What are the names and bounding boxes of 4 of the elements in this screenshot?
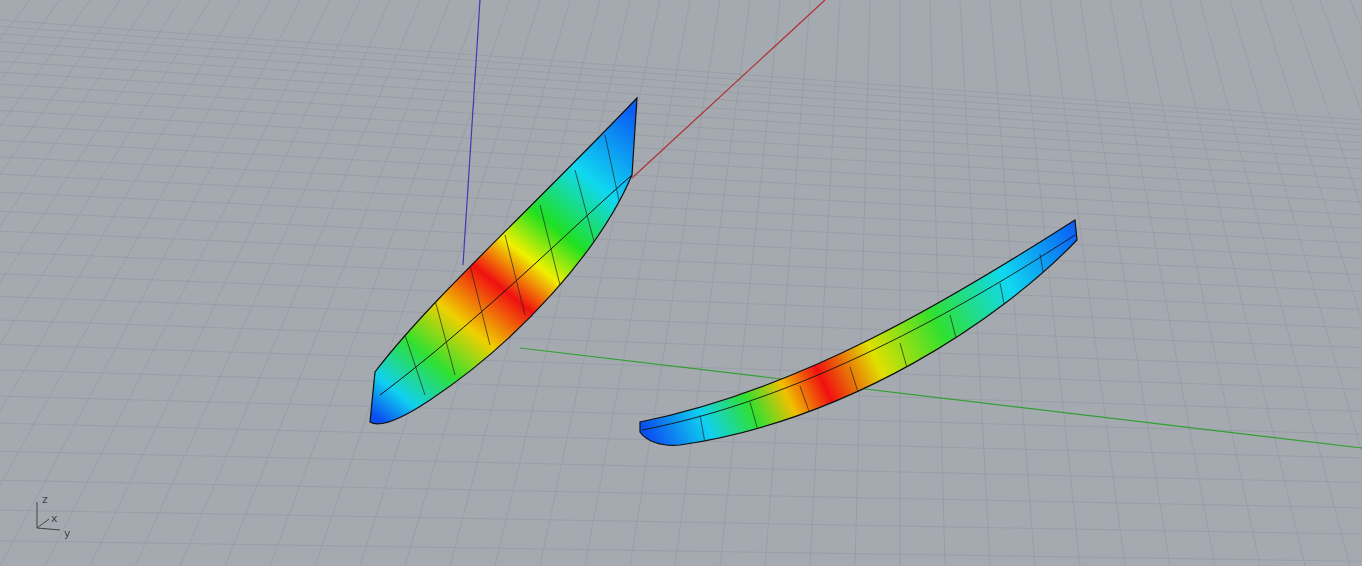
axis-label: z — [42, 493, 48, 506]
axis-label: y — [64, 527, 71, 540]
axis-label: x — [51, 512, 58, 525]
axis-gizmo-icon — [36, 501, 61, 531]
